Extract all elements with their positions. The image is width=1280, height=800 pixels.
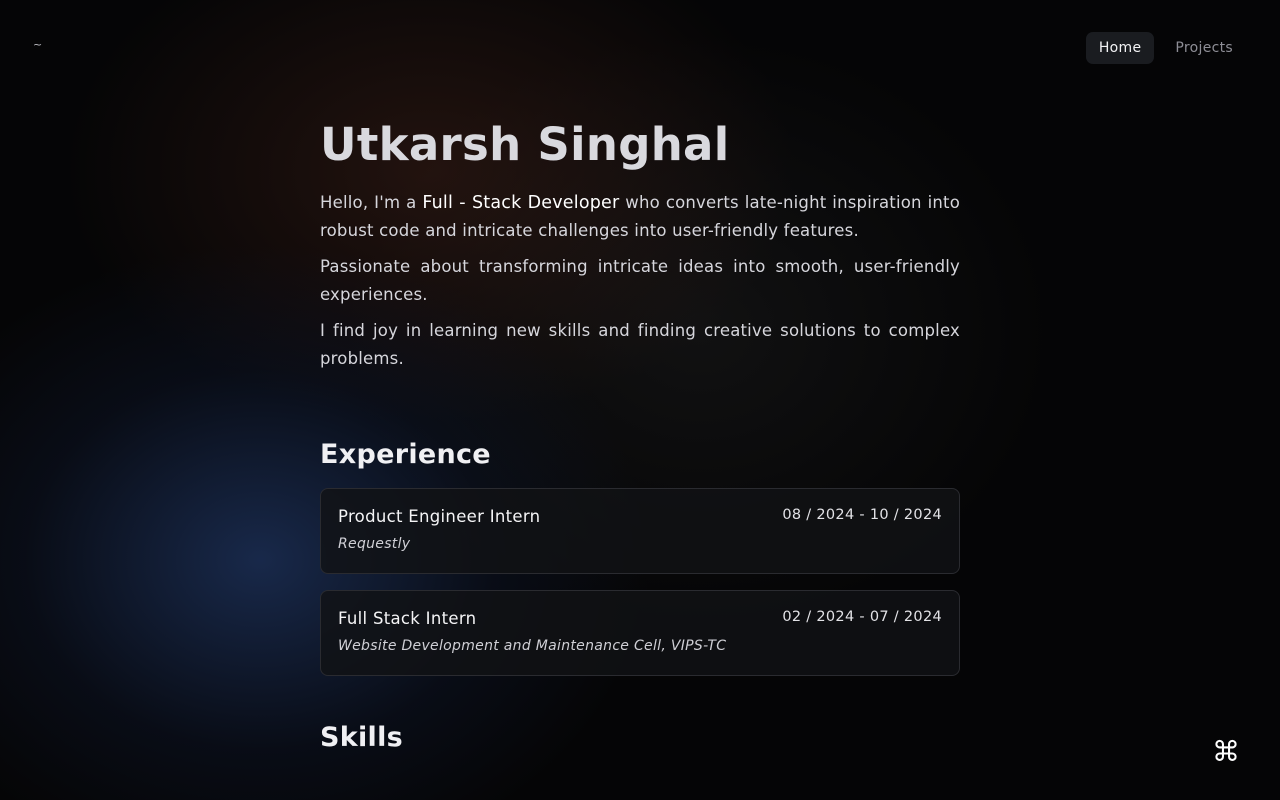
page-title: Utkarsh Singhal <box>320 118 730 171</box>
logo-tilde[interactable]: ~ <box>33 38 42 51</box>
main-content: Utkarsh Singhal Hello, I'm a Full - Stac… <box>320 118 960 771</box>
top-nav: Home Projects <box>1085 32 1246 64</box>
intro-prefix: Hello, I'm a <box>320 193 423 212</box>
experience-company: Requestly <box>338 536 411 552</box>
nav-home[interactable]: Home <box>1085 32 1155 64</box>
about-paragraph-3: I find joy in learning new skills and fi… <box>320 321 960 368</box>
experience-heading: Experience <box>320 439 491 470</box>
experience-company: Website Development and Maintenance Cell… <box>338 638 727 654</box>
intro-paragraph: Hello, I'm a Full - Stack Developer who … <box>320 189 960 245</box>
experience-card: Product Engineer Intern Requestly 08 / 2… <box>320 488 960 574</box>
experience-card: Full Stack Intern Website Development an… <box>320 590 960 676</box>
nav-projects[interactable]: Projects <box>1162 32 1246 64</box>
intro-highlight: Full - Stack Developer <box>422 193 620 213</box>
command-icon[interactable]: ⌘ <box>1212 735 1240 768</box>
skills-heading: Skills <box>320 722 404 753</box>
about-paragraph-2: Passionate about transforming intricate … <box>320 257 960 304</box>
page: ~ Home Projects Utkarsh Singhal Hello, I… <box>0 0 1280 800</box>
experience-dates: 02 / 2024 - 07 / 2024 <box>782 609 942 625</box>
experience-dates: 08 / 2024 - 10 / 2024 <box>782 507 942 523</box>
